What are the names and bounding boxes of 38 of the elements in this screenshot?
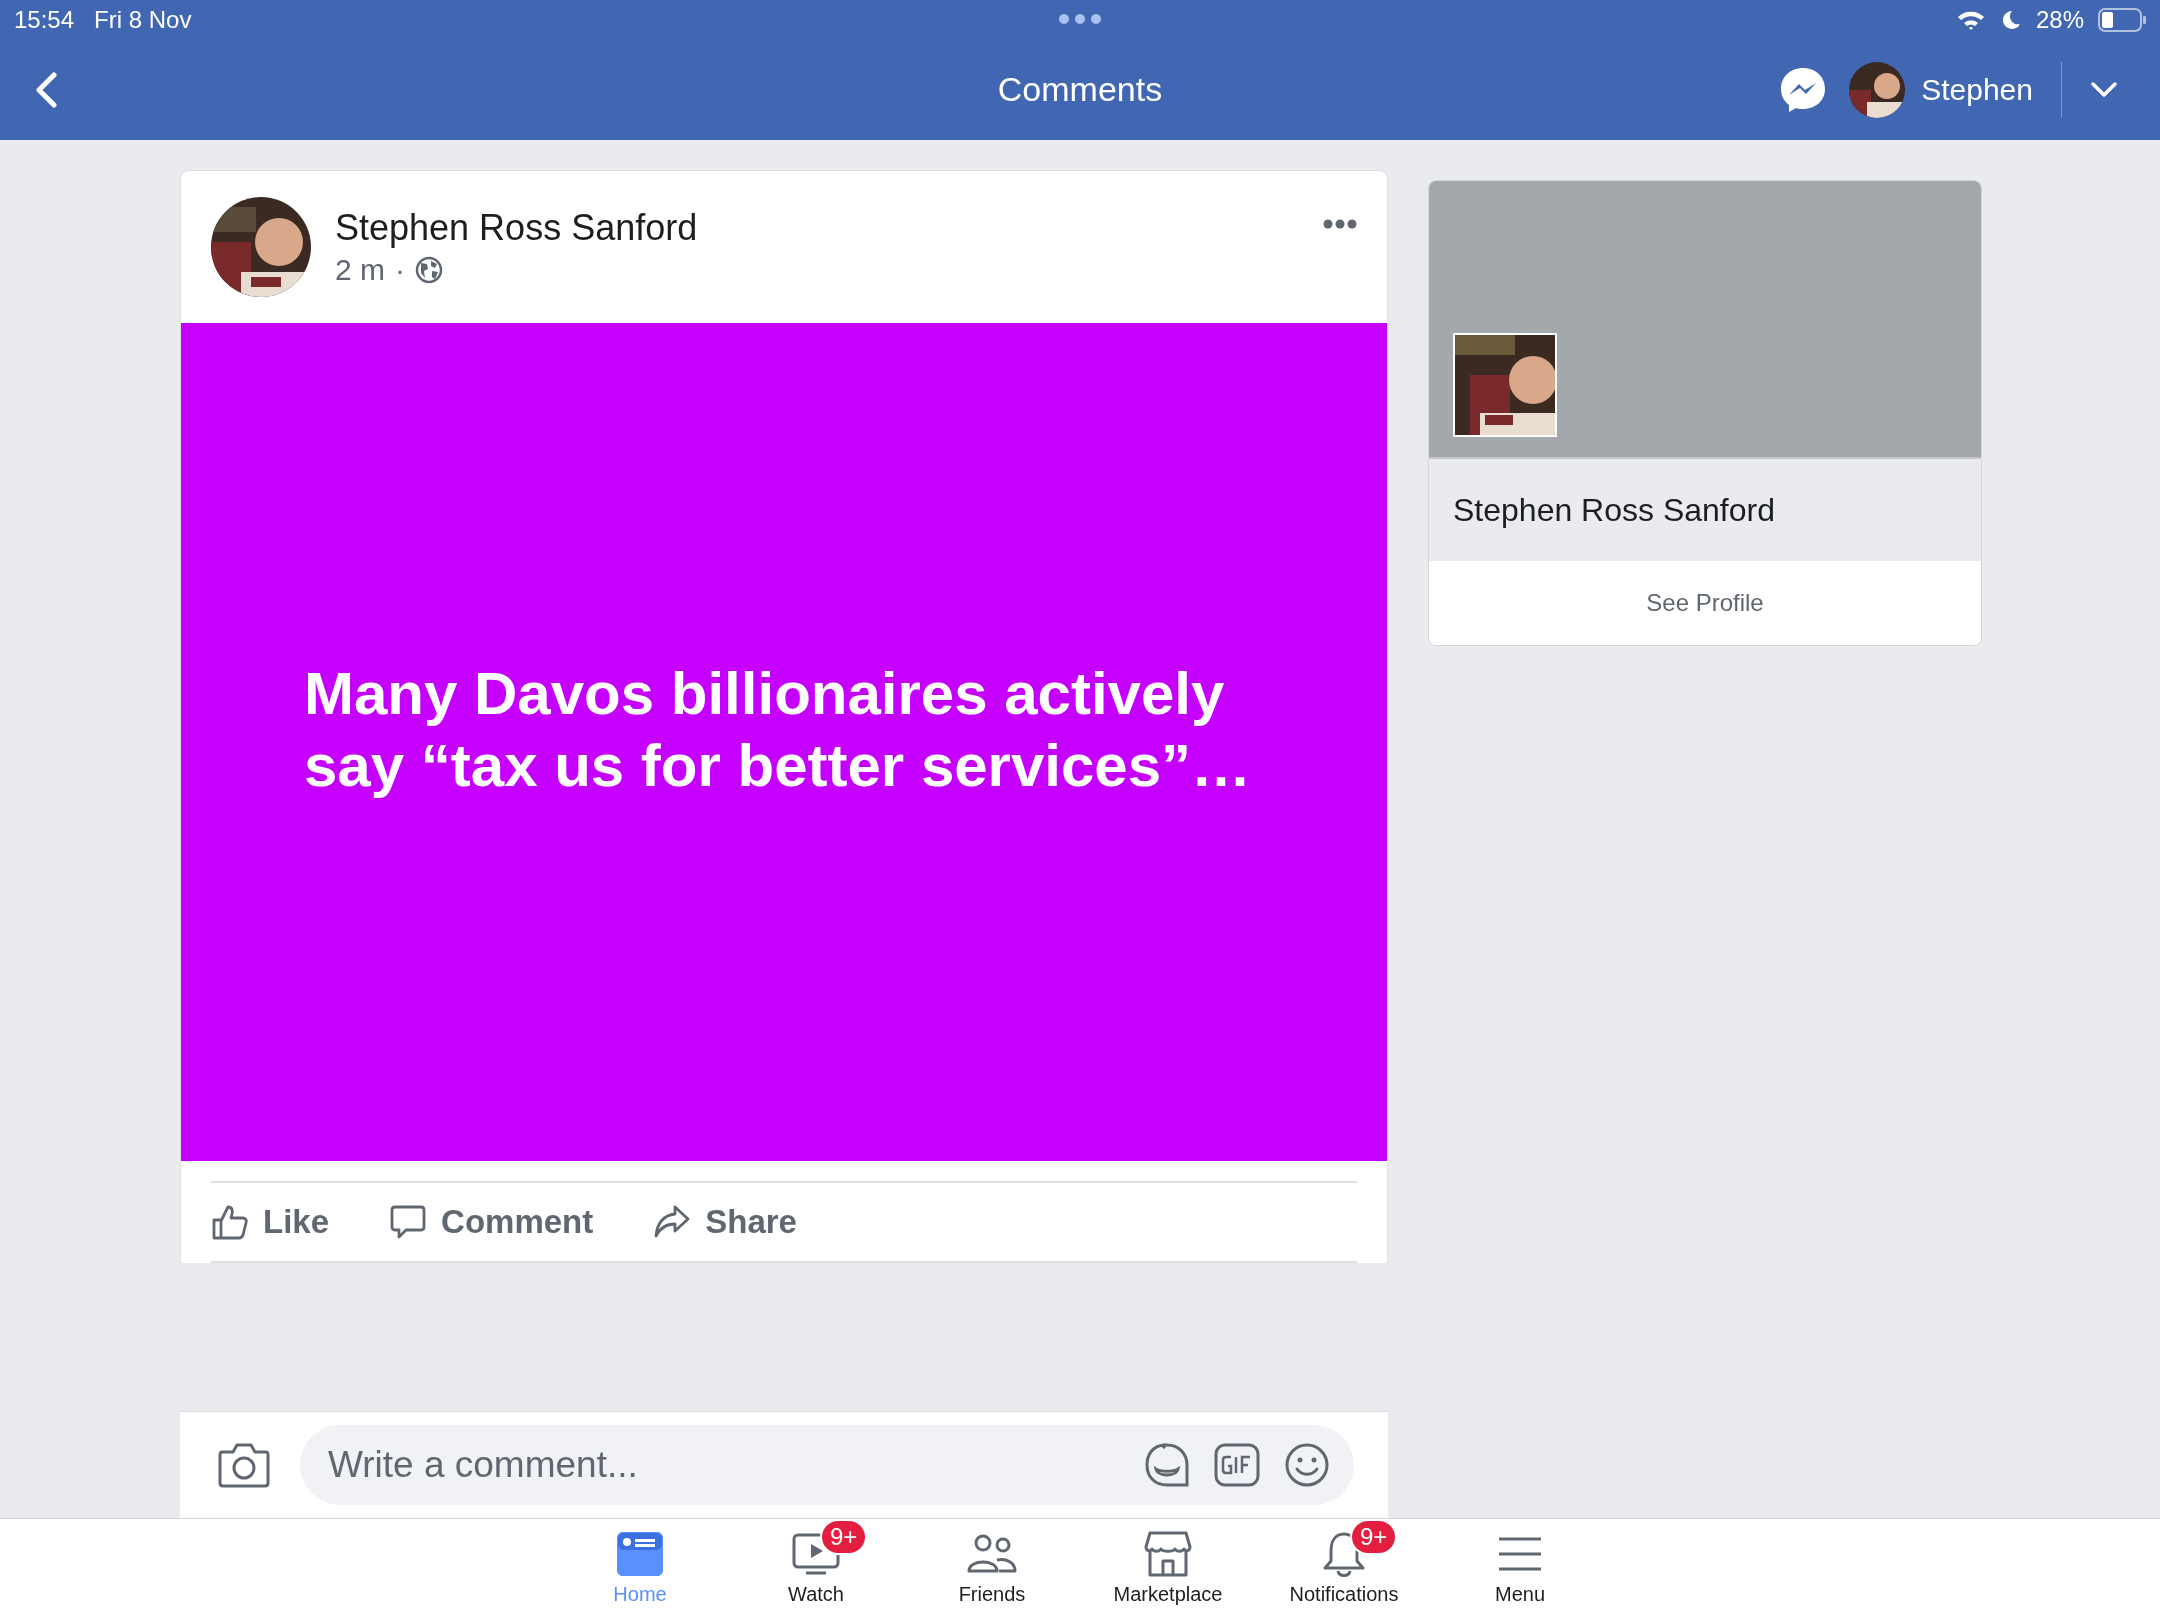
chevron-down-icon[interactable] <box>2090 81 2118 99</box>
battery-percent: 28% <box>2035 6 2084 34</box>
gif-icon[interactable] <box>1214 1442 1260 1488</box>
thumbs-up-icon <box>211 1203 249 1241</box>
camera-icon[interactable] <box>218 1442 270 1488</box>
author-name[interactable]: Stephen Ross Sanford <box>335 207 1299 249</box>
status-time: 15:54 <box>14 6 75 34</box>
news-feed-icon <box>617 1532 663 1576</box>
user-name[interactable]: Stephen <box>1921 73 2033 107</box>
globe-icon <box>415 256 443 284</box>
emoji-icon[interactable] <box>1284 1442 1330 1488</box>
post-time: 2 m <box>335 253 385 287</box>
post-text: Many Davos billionaires actively say “tax us for better services”… <box>304 659 1253 801</box>
menu-icon <box>1497 1536 1543 1572</box>
shop-icon <box>1144 1531 1192 1577</box>
comment-button[interactable]: Comment <box>389 1203 594 1241</box>
speech-bubble-icon <box>389 1203 428 1241</box>
messenger-icon[interactable] <box>1779 66 1828 114</box>
separator-dot: · <box>395 253 405 287</box>
page-title: Comments <box>997 70 1163 109</box>
tab-bar-item[interactable]: Friends <box>904 1519 1080 1620</box>
tab-bar-item[interactable]: Marketplace <box>1080 1519 1256 1620</box>
more-icon[interactable] <box>1323 219 1357 229</box>
count-badge: 9+ <box>820 1519 868 1555</box>
like-button[interactable]: Like <box>211 1203 330 1241</box>
sticker-icon[interactable] <box>1144 1442 1190 1488</box>
status-date: Fri 8 Nov <box>94 6 192 34</box>
battery-icon <box>2098 8 2146 32</box>
comment-field[interactable]: Write a comment... <box>300 1425 1354 1505</box>
dots-icon <box>1058 13 1102 25</box>
tab-bar-item[interactable]: Menu <box>1432 1519 1608 1620</box>
tab-bar-item[interactable]: 9+ Watch <box>728 1519 904 1620</box>
count-badge: 9+ <box>1350 1519 1398 1555</box>
profile-name: Stephen Ross Sanford <box>1453 491 1775 529</box>
back-button[interactable] <box>34 72 58 108</box>
tab-bar-item[interactable]: 9+ Notifications <box>1256 1519 1432 1620</box>
share-button[interactable]: Share <box>653 1203 797 1241</box>
people-icon <box>967 1533 1017 1575</box>
